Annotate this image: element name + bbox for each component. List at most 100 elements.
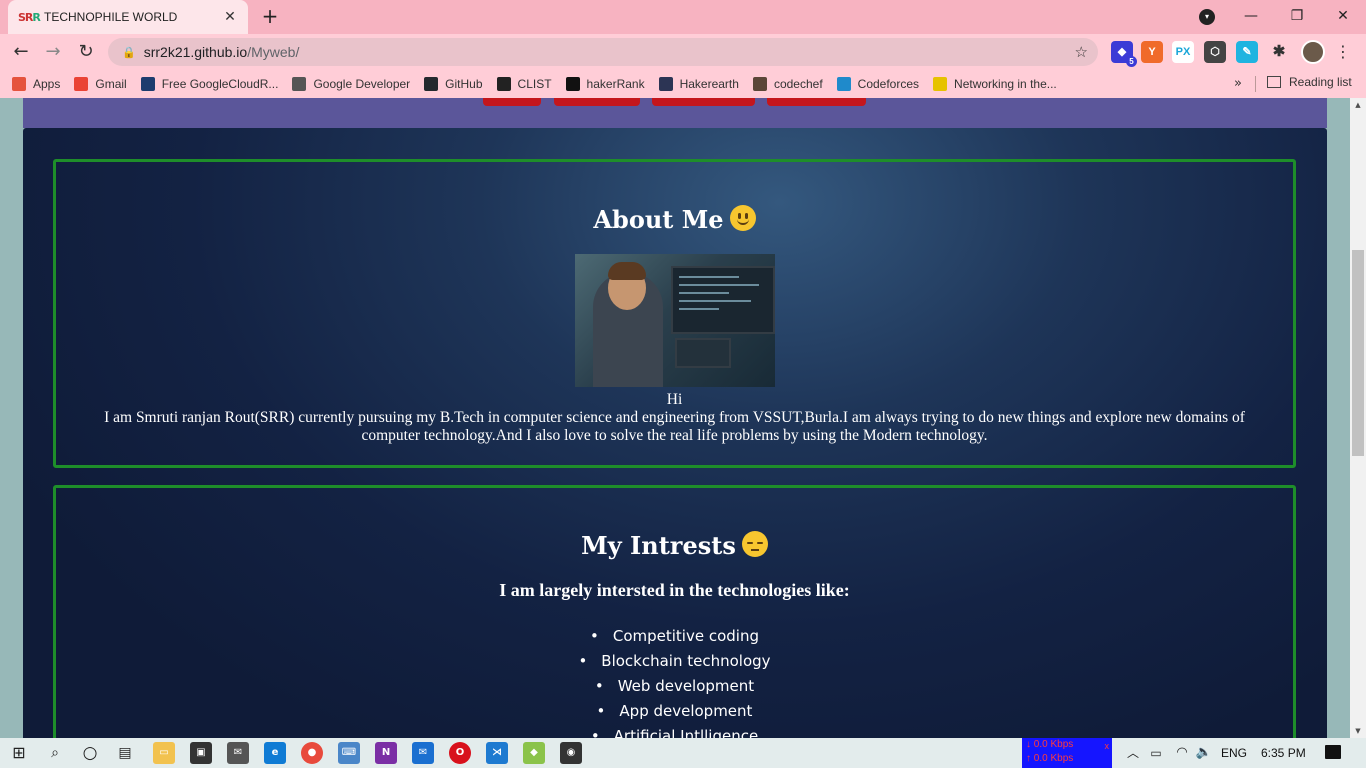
bookmark-label: codechef bbox=[773, 77, 823, 91]
edge-icon[interactable]: e bbox=[264, 742, 286, 764]
bookmark-github[interactable]: GitHub bbox=[424, 77, 483, 91]
wifi-icon[interactable]: ◠ bbox=[1171, 742, 1193, 764]
bookmark-apps-grid[interactable]: Apps bbox=[12, 77, 60, 91]
interests-subheading: I am largely intersted in the technologi… bbox=[499, 580, 850, 600]
bookmark-label: Free GoogleCloudR... bbox=[161, 77, 279, 91]
outlook-mail-icon[interactable]: ✉ bbox=[412, 742, 434, 764]
bookmark-google-developers[interactable]: Google Developer bbox=[292, 77, 410, 91]
browser-tab-active[interactable]: SRR TECHNOPHILE WORLD ✕ bbox=[8, 0, 248, 34]
site-nav-button-1[interactable] bbox=[483, 98, 541, 106]
scroll-up-arrow-icon[interactable]: ▲ bbox=[1350, 98, 1366, 112]
lock-icon[interactable]: 🔒 bbox=[122, 46, 136, 59]
interests-list: Competitive codingBlockchain technologyW… bbox=[56, 624, 1293, 738]
gmail-icon bbox=[74, 77, 89, 91]
search-icon[interactable]: ⌕ bbox=[44, 742, 66, 764]
pensive-emoji-icon bbox=[741, 531, 768, 557]
page-scrollbar[interactable]: ▲ ▼ bbox=[1350, 98, 1366, 738]
task-view-icon[interactable]: ▤ bbox=[114, 742, 136, 764]
network-speed-widget[interactable]: ↓ 0.0 Kbps ↑ 0.0 Kbps x bbox=[1022, 738, 1112, 768]
scroll-down-arrow-icon[interactable]: ▼ bbox=[1350, 724, 1366, 738]
page-viewport: About Me Hi I am Smruti ranjan Rout(SRR)… bbox=[0, 98, 1350, 738]
notification-center-icon[interactable] bbox=[1325, 745, 1341, 759]
site-nav-button-2[interactable] bbox=[554, 98, 640, 106]
site-nav-button-4[interactable] bbox=[767, 98, 866, 106]
reload-button[interactable]: ↻ bbox=[73, 39, 99, 65]
scrollbar-thumb[interactable] bbox=[1352, 250, 1364, 456]
bookmark-gmail[interactable]: Gmail bbox=[74, 77, 127, 91]
opera-icon[interactable]: O bbox=[449, 742, 471, 764]
bookmark-clist[interactable]: CLIST bbox=[496, 77, 552, 91]
back-button[interactable]: ← bbox=[8, 39, 34, 65]
bookmark-hackerrank[interactable]: hakerRank bbox=[565, 77, 645, 91]
about-heading: About Me bbox=[56, 205, 1293, 234]
language-indicator[interactable]: ENG bbox=[1221, 738, 1247, 768]
github-icon bbox=[424, 77, 439, 91]
profile-photo bbox=[575, 254, 775, 387]
tray-chevron-up-icon[interactable]: ︿ bbox=[1122, 742, 1144, 764]
hackerrank-icon bbox=[565, 77, 580, 91]
interests-heading: My Intrests bbox=[56, 531, 1293, 560]
address-bar[interactable]: 🔒 srr2k21.github.io/Myweb/ ☆ bbox=[108, 38, 1098, 66]
networking-icon bbox=[933, 77, 948, 91]
browser-toolbar: ← → ↻ 🔒 srr2k21.github.io/Myweb/ ☆ ◆ 5 Y … bbox=[0, 34, 1366, 70]
google-cloud-icon bbox=[140, 77, 155, 91]
cortana-icon[interactable]: ○ bbox=[79, 742, 101, 764]
net-widget-close-icon[interactable]: x bbox=[1105, 739, 1110, 753]
net-download-speed: ↓ 0.0 Kbps bbox=[1026, 739, 1074, 750]
site-nav-button-3[interactable] bbox=[652, 98, 755, 106]
interest-item: App development bbox=[56, 699, 1293, 724]
clist-icon bbox=[496, 77, 511, 91]
chrome-menu-icon[interactable]: ⋮ bbox=[1335, 41, 1351, 63]
interest-item: Web development bbox=[56, 674, 1293, 699]
store-icon[interactable]: ▣ bbox=[190, 742, 212, 764]
vscode-icon[interactable]: ⋊ bbox=[486, 742, 508, 764]
bookmark-hackerearth[interactable]: Hakerearth bbox=[658, 77, 739, 91]
chrome-taskbar-icon[interactable]: ● bbox=[301, 742, 323, 764]
file-explorer-icon[interactable]: ▭ bbox=[153, 742, 175, 764]
restore-button[interactable]: ❐ bbox=[1274, 0, 1320, 32]
smile-emoji-icon bbox=[729, 205, 756, 231]
reading-list-label: Reading list bbox=[1289, 75, 1352, 89]
keyboard-icon[interactable]: ⌨ bbox=[338, 742, 360, 764]
reading-list-icon bbox=[1267, 76, 1281, 88]
bookmark-star-icon[interactable]: ☆ bbox=[1075, 43, 1088, 61]
minimize-button[interactable]: — bbox=[1228, 0, 1274, 32]
app-icon[interactable]: ◉ bbox=[560, 742, 582, 764]
bookmark-google-cloud[interactable]: Free GoogleCloudR... bbox=[140, 77, 279, 91]
battery-icon[interactable]: ▭ bbox=[1145, 742, 1167, 764]
bookmark-codeforces[interactable]: Codeforces bbox=[836, 77, 919, 91]
pen-extension-icon[interactable]: ✎ bbox=[1236, 41, 1258, 63]
close-window-button[interactable]: ✕ bbox=[1320, 0, 1366, 32]
new-tab-button[interactable]: + bbox=[258, 5, 282, 29]
interest-item: Competitive coding bbox=[56, 624, 1293, 649]
interests-section: My Intrests I am largely intersted in th… bbox=[53, 485, 1296, 738]
bookmark-networking[interactable]: Networking in the... bbox=[933, 77, 1057, 91]
onenote-icon[interactable]: N bbox=[375, 742, 397, 764]
hex-extension-icon[interactable]: ⬡ bbox=[1204, 41, 1226, 63]
interest-item: Blockchain technology bbox=[56, 649, 1293, 674]
interest-item: Artificial Intlligence bbox=[56, 724, 1293, 738]
bookmark-label: Apps bbox=[33, 77, 61, 91]
clock-time[interactable]: 6:35 PM bbox=[1261, 738, 1306, 768]
content-panel: About Me Hi I am Smruti ranjan Rout(SRR)… bbox=[23, 128, 1327, 738]
mail-icon[interactable]: ✉ bbox=[227, 742, 249, 764]
tab-title: TECHNOPHILE WORLD bbox=[44, 10, 178, 24]
windows-start-icon[interactable]: ⊞ bbox=[8, 742, 30, 764]
bookmark-label: Networking in the... bbox=[954, 77, 1057, 91]
tab-search-icon[interactable]: ▾ bbox=[1199, 9, 1215, 25]
ya-extension-icon[interactable]: Y bbox=[1141, 41, 1163, 63]
git-app-icon[interactable]: ◆ bbox=[523, 742, 545, 764]
px-extension-icon[interactable]: PX bbox=[1172, 41, 1194, 63]
extensions-puzzle-icon[interactable]: ✱ bbox=[1268, 41, 1290, 63]
bookmark-label: Gmail bbox=[95, 77, 127, 91]
browser-titlebar: SRR TECHNOPHILE WORLD ✕ + ▾ — ❐ ✕ bbox=[0, 0, 1366, 34]
volume-icon[interactable]: 🔈 bbox=[1193, 742, 1215, 764]
google-developers-icon bbox=[292, 77, 307, 91]
forward-button[interactable]: → bbox=[40, 39, 66, 65]
profile-avatar[interactable] bbox=[1301, 40, 1325, 64]
extension-icon[interactable]: ◆ 5 bbox=[1111, 41, 1137, 67]
reading-list-button[interactable]: Reading list bbox=[1267, 75, 1352, 89]
bookmarks-overflow-icon[interactable]: » bbox=[1234, 76, 1242, 91]
bookmark-codechef[interactable]: codechef bbox=[752, 77, 823, 91]
tab-close-icon[interactable]: ✕ bbox=[222, 9, 238, 25]
